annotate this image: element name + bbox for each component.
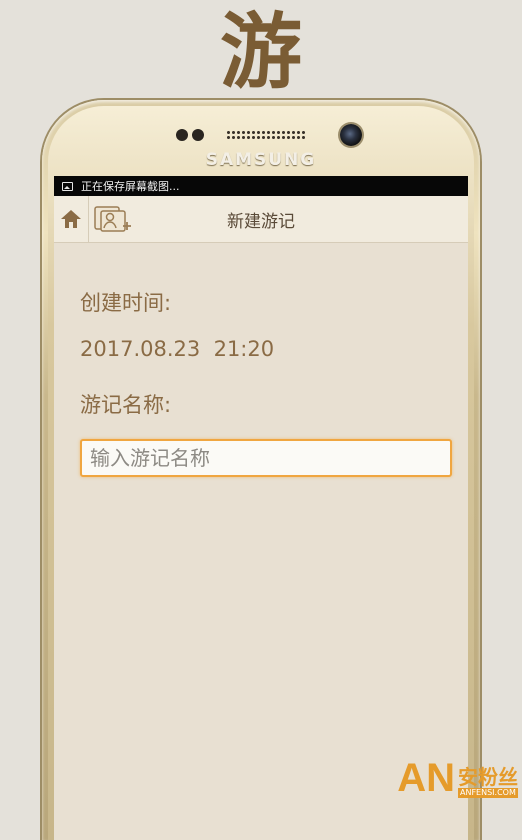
journal-name-label: 游记名称: — [80, 393, 172, 417]
add-companion-button[interactable] — [89, 196, 137, 242]
banner-title: 游 — [219, 5, 302, 100]
home-button[interactable] — [54, 196, 89, 242]
journal-name-input[interactable] — [80, 439, 452, 477]
created-time-label: 创建时间: — [80, 291, 172, 315]
journal-form: 创建时间: 2017.08.23 21:20 游记名称: — [54, 287, 468, 477]
proximity-sensor — [176, 129, 188, 141]
created-time-value: 2017.08.23 21:20 — [80, 337, 275, 361]
home-icon — [61, 210, 81, 228]
status-bar: 正在保存屏幕截图... — [54, 176, 468, 196]
watermark-text: 安粉丝 — [458, 765, 518, 789]
light-sensor — [192, 129, 204, 141]
add-people-icon — [94, 206, 131, 232]
earpiece-speaker — [226, 130, 306, 140]
watermark-url: ANFENSI.COM — [458, 788, 518, 798]
front-camera — [340, 124, 362, 146]
site-watermark: AN 安粉丝 ANFENSI.COM — [397, 758, 518, 798]
phone-screen: 正在保存屏幕截图... 新建游记 创建时间: 2017.08.23 21:20 … — [54, 176, 468, 840]
watermark-logo: AN — [397, 756, 455, 800]
phone-brand: SAMSUNG — [205, 150, 317, 170]
app-navbar: 新建游记 — [54, 196, 468, 243]
status-text: 正在保存屏幕截图... — [81, 180, 180, 193]
screenshot-icon — [62, 181, 73, 191]
phone-frame: SAMSUNG 正在保存屏幕截图... 新建游记 创建时间: 2017.08.2… — [42, 100, 480, 840]
